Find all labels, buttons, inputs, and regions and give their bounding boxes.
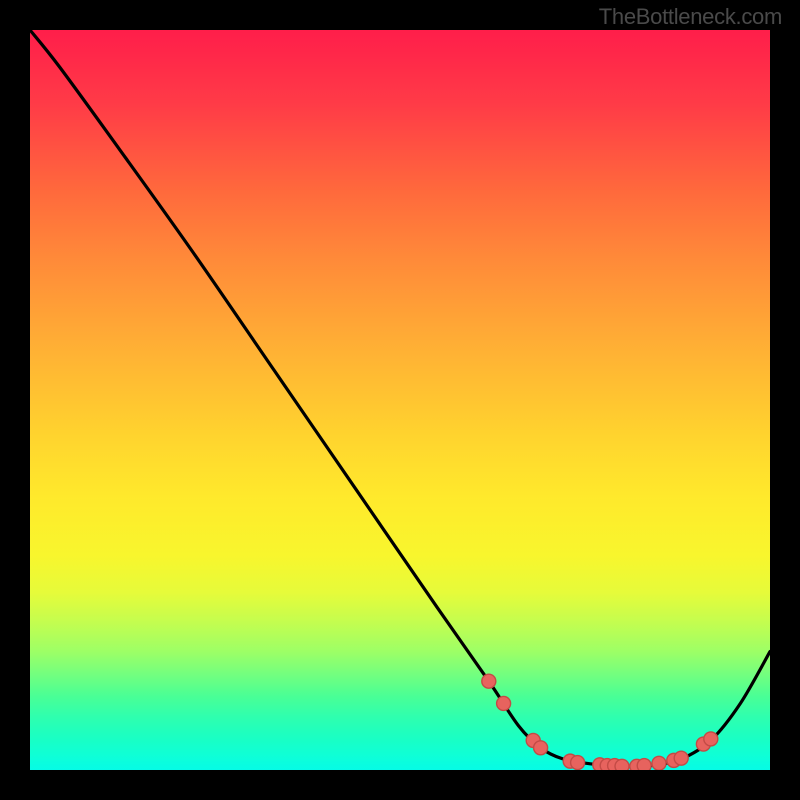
chart-svg xyxy=(30,30,770,770)
chart-marker xyxy=(497,696,511,710)
chart-curve xyxy=(30,30,770,767)
chart-marker xyxy=(615,759,629,770)
chart-marker xyxy=(652,756,666,770)
chart-marker xyxy=(674,751,688,765)
chart-marker xyxy=(534,741,548,755)
chart-marker xyxy=(637,759,651,770)
watermark-text: TheBottleneck.com xyxy=(599,4,782,30)
chart-marker xyxy=(482,674,496,688)
chart-marker xyxy=(571,756,585,770)
chart-marker xyxy=(704,732,718,746)
chart-plot-area xyxy=(30,30,770,770)
